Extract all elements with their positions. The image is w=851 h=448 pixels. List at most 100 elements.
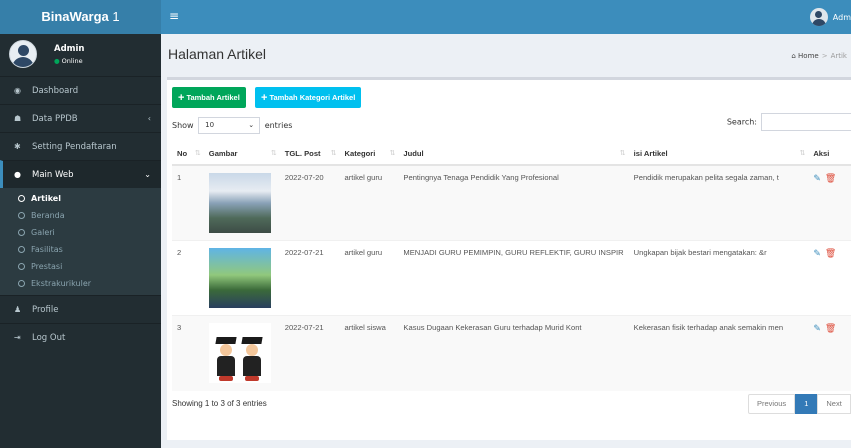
article-thumbnail <box>208 323 271 383</box>
cell-no: 2 <box>172 240 204 316</box>
cell-no: 1 <box>172 164 204 241</box>
show-label: Show <box>172 121 194 130</box>
edit-icon[interactable]: ✎ <box>813 323 821 333</box>
sidebar-item-label: Setting Pendaftaran <box>32 142 117 152</box>
circle-outline-icon <box>18 229 25 236</box>
table-row: 1 2022-07-20 artikel guru Pentingnya Ten… <box>172 164 851 241</box>
previous-button[interactable]: Previous <box>748 394 796 414</box>
sidebar-item-label: Log Out <box>32 333 66 343</box>
article-thumbnail <box>208 248 271 308</box>
table-row: 3 2022-07-21 artikel siswa Kasus Dugaan … <box>172 315 851 391</box>
entries-select[interactable]: 10 ⌄ <box>198 117 261 134</box>
app-logo[interactable]: BinaWarga 1 <box>0 0 161 34</box>
submenu-item-label: Fasilitas <box>31 245 63 254</box>
cell-category: artikel guru <box>339 164 399 241</box>
breadcrumb: ⌂ Home > Artik <box>791 52 847 60</box>
sidebar-item-dashboard[interactable]: ◉ Dashboard <box>0 76 161 104</box>
add-category-button[interactable]: + Tambah Kategori Artikel <box>255 87 362 108</box>
plus-icon: + <box>178 92 185 104</box>
submenu-item-label: Prestasi <box>31 262 63 271</box>
cell-actions: ✎ 🗑 <box>808 315 851 391</box>
search-label: Search: <box>726 117 757 127</box>
sidebar-item-data-ppdb[interactable]: ☗ Data PPDB ‹ <box>0 104 161 132</box>
hamburger-menu-icon[interactable]: ≡ <box>169 10 179 22</box>
cell-content: Pendidik merupakan pelita segala zaman, … <box>628 164 809 241</box>
entries-value: 10 <box>205 121 215 129</box>
cell-image <box>203 164 280 241</box>
dashboard-icon: ◉ <box>14 86 21 95</box>
submenu-item-prestasi[interactable]: Prestasi <box>0 258 161 275</box>
search-input[interactable] <box>761 113 851 131</box>
cell-title: Pentingnya Tenaga Pendidik Yang Profesio… <box>398 164 629 241</box>
submenu-item-ekstrakurikuler[interactable]: Ekstrakurikuler <box>0 275 161 292</box>
sidebar-item-label: Profile <box>32 305 59 315</box>
submenu-item-fasilitas[interactable]: Fasilitas <box>0 241 161 258</box>
submenu-item-label: Galeri <box>31 228 55 237</box>
sort-icon: ⇅ <box>330 150 337 157</box>
sidebar-item-main-web[interactable]: ● Main Web ⌄ <box>0 160 161 188</box>
sidebar-item-log-out[interactable]: ⇥ Log Out <box>0 323 161 351</box>
column-header-tgl-post[interactable]: TGL. Post ⇅ <box>279 142 340 166</box>
column-header-isi-artikel[interactable]: isi Artikel ⇅ <box>628 142 809 166</box>
page-1-button[interactable]: 1 <box>795 394 818 414</box>
sidebar-item-label: Dashboard <box>32 86 79 96</box>
sidebar: Admin ● Online ◉ Dashboard ☗ Data PPDB ‹ ✱ Se… <box>0 34 161 448</box>
add-article-button[interactable]: + Tambah Artikel <box>172 87 246 108</box>
trash-icon[interactable]: 🗑 <box>825 173 836 183</box>
column-header-aksi[interactable]: Aksi⇅ <box>808 142 851 166</box>
gear-icon: ✱ <box>14 142 21 151</box>
circle-outline-icon <box>18 280 25 287</box>
circle-outline-icon <box>18 212 25 219</box>
submenu-item-label: Ekstrakurikuler <box>31 279 92 288</box>
trash-icon[interactable]: 🗑 <box>825 323 836 333</box>
cell-image <box>203 315 280 391</box>
sidebar-item-label: Data PPDB <box>32 114 78 124</box>
circle-outline-icon <box>18 263 25 270</box>
cell-date: 2022-07-20 <box>279 164 340 241</box>
main-web-submenu: Artikel Beranda Galeri Fasilitas Prestas… <box>0 188 161 295</box>
sort-icon: ⇅ <box>799 150 806 157</box>
chevron-down-icon: ⌄ <box>248 121 255 129</box>
column-header-kategori[interactable]: Kategori ⇅ <box>339 142 399 166</box>
cell-actions: ✎ 🗑 <box>808 240 851 316</box>
column-header-judul[interactable]: Judul ⇅ <box>398 142 629 166</box>
plus-icon: + <box>261 92 268 104</box>
cell-title: MENJADI GURU PEMIMPIN, GURU REFLEKTIF, G… <box>398 240 629 316</box>
cell-date: 2022-07-21 <box>279 240 340 316</box>
cell-date: 2022-07-21 <box>279 315 340 391</box>
article-thumbnail <box>208 173 271 233</box>
chevron-left-icon: ‹ <box>147 114 151 123</box>
submenu-item-artikel[interactable]: Artikel <box>0 190 161 207</box>
article-table: No ⇅ Gambar ⇅ TGL. Post ⇅ Kategori ⇅ Judul ⇅ … <box>172 142 851 391</box>
cell-image <box>203 240 280 316</box>
edit-icon[interactable]: ✎ <box>813 173 821 183</box>
user-menu[interactable]: Adm <box>809 0 851 34</box>
edit-icon[interactable]: ✎ <box>813 248 821 258</box>
circle-icon: ● <box>14 170 21 179</box>
submenu-item-label: Beranda <box>31 211 65 220</box>
column-header-gambar[interactable]: Gambar ⇅ <box>203 142 280 166</box>
submenu-item-galeri[interactable]: Galeri <box>0 224 161 241</box>
column-header-no[interactable]: No ⇅ <box>172 142 204 166</box>
breadcrumb-separator: > <box>821 52 828 60</box>
submenu-item-beranda[interactable]: Beranda <box>0 207 161 224</box>
user-menu-label: Adm <box>832 12 851 22</box>
next-button[interactable]: Next <box>817 394 851 414</box>
sidebar-item-profile[interactable]: ♟ Profile <box>0 295 161 323</box>
article-box: + Tambah Artikel + Tambah Kategori Artikel… <box>167 77 851 440</box>
online-dot-icon: ● <box>54 57 60 65</box>
cell-no: 3 <box>172 315 204 391</box>
pagination: Previous 1 Next <box>748 394 851 414</box>
breadcrumb-home[interactable]: Home <box>798 52 819 60</box>
add-article-label: Tambah Artikel <box>186 93 240 102</box>
user-status: ● Online <box>54 57 83 65</box>
sidebar-item-setting-pendaftaran[interactable]: ✱ Setting Pendaftaran <box>0 132 161 160</box>
submenu-item-label: Artikel <box>31 194 61 203</box>
table-info: Showing 1 to 3 of 3 entries <box>172 399 267 408</box>
trash-icon[interactable]: 🗑 <box>825 248 836 258</box>
top-navbar: ≡ Adm <box>161 0 851 34</box>
logo-suffix: 1 <box>108 9 120 24</box>
cell-title: Kasus Dugaan Kekerasan Guru terhadap Mur… <box>398 315 629 391</box>
breadcrumb-current: Artik <box>830 52 847 60</box>
sort-icon: ⇅ <box>194 150 201 157</box>
